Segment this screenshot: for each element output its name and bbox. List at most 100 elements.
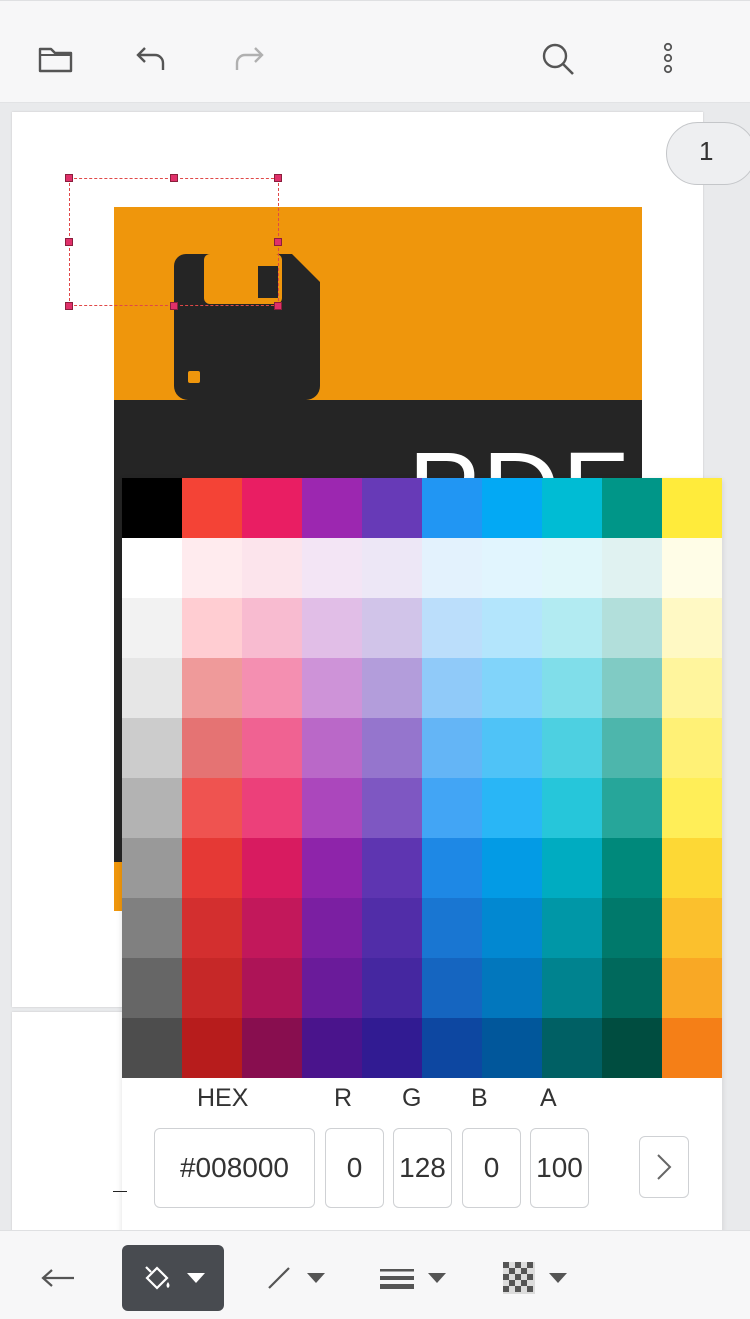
color-swatch[interactable] (422, 898, 482, 958)
color-swatch[interactable] (242, 718, 302, 778)
color-swatch[interactable] (362, 1018, 422, 1078)
color-swatch[interactable] (422, 538, 482, 598)
fill-color-button[interactable] (122, 1245, 224, 1311)
color-swatch[interactable] (482, 898, 542, 958)
color-swatch[interactable] (542, 838, 602, 898)
color-swatch[interactable] (542, 538, 602, 598)
color-swatch[interactable] (362, 478, 422, 538)
selection-box[interactable] (69, 178, 279, 306)
next-button[interactable] (639, 1136, 689, 1198)
color-swatch[interactable] (122, 898, 182, 958)
color-swatch[interactable] (242, 478, 302, 538)
color-swatch[interactable] (242, 958, 302, 1018)
page-number-badge[interactable]: 1 (666, 122, 750, 185)
color-swatch[interactable] (362, 778, 422, 838)
resize-handle-bl[interactable] (65, 302, 73, 310)
color-swatch[interactable] (602, 718, 662, 778)
color-swatch[interactable] (182, 718, 242, 778)
color-swatch[interactable] (182, 1018, 242, 1078)
color-swatch[interactable] (422, 658, 482, 718)
color-swatch[interactable] (542, 958, 602, 1018)
undo-icon[interactable] (130, 39, 170, 79)
color-swatch[interactable] (422, 598, 482, 658)
color-swatch[interactable] (422, 958, 482, 1018)
color-swatch[interactable] (122, 778, 182, 838)
color-swatch[interactable] (482, 838, 542, 898)
color-swatch[interactable] (302, 718, 362, 778)
color-swatch[interactable] (242, 598, 302, 658)
color-swatch[interactable] (542, 1018, 602, 1078)
color-swatch[interactable] (302, 658, 362, 718)
color-swatch[interactable] (602, 598, 662, 658)
color-swatch[interactable] (362, 838, 422, 898)
resize-handle-mr[interactable] (274, 238, 282, 246)
resize-handle-tl[interactable] (65, 174, 73, 182)
color-swatch[interactable] (182, 538, 242, 598)
color-swatch[interactable] (302, 1018, 362, 1078)
color-swatch[interactable] (362, 958, 422, 1018)
color-swatch[interactable] (422, 838, 482, 898)
color-swatch[interactable] (182, 658, 242, 718)
color-swatch[interactable] (662, 718, 722, 778)
color-swatch[interactable] (242, 838, 302, 898)
color-swatch[interactable] (482, 598, 542, 658)
color-swatch[interactable] (362, 898, 422, 958)
color-swatch[interactable] (302, 478, 362, 538)
color-swatch[interactable] (242, 538, 302, 598)
line-tool-button[interactable] (250, 1245, 340, 1311)
color-swatch[interactable] (362, 718, 422, 778)
color-swatch[interactable] (602, 898, 662, 958)
redo-icon[interactable] (230, 39, 270, 79)
resize-handle-tr[interactable] (274, 174, 282, 182)
b-input[interactable]: 0 (462, 1128, 521, 1208)
color-swatch[interactable] (602, 838, 662, 898)
color-swatch[interactable] (122, 598, 182, 658)
color-swatch[interactable] (662, 538, 722, 598)
color-swatch[interactable] (182, 598, 242, 658)
color-swatch[interactable] (182, 898, 242, 958)
color-swatch[interactable] (302, 958, 362, 1018)
color-swatch[interactable] (542, 898, 602, 958)
color-swatch[interactable] (482, 778, 542, 838)
search-icon[interactable] (538, 39, 578, 79)
color-swatch[interactable] (122, 1018, 182, 1078)
opacity-button[interactable] (490, 1245, 580, 1311)
color-swatch[interactable] (122, 658, 182, 718)
color-swatch[interactable] (302, 538, 362, 598)
color-swatch[interactable] (242, 658, 302, 718)
color-swatch[interactable] (542, 478, 602, 538)
color-swatch[interactable] (302, 898, 362, 958)
resize-handle-ml[interactable] (65, 238, 73, 246)
color-swatch[interactable] (182, 958, 242, 1018)
color-swatch[interactable] (482, 718, 542, 778)
color-swatch[interactable] (662, 1018, 722, 1078)
color-swatch[interactable] (422, 778, 482, 838)
color-swatch[interactable] (602, 658, 662, 718)
color-swatch[interactable] (302, 778, 362, 838)
color-swatch[interactable] (542, 778, 602, 838)
color-swatch[interactable] (182, 778, 242, 838)
resize-handle-bm[interactable] (170, 302, 178, 310)
color-swatch[interactable] (122, 478, 182, 538)
color-swatch[interactable] (362, 658, 422, 718)
resize-handle-br[interactable] (274, 302, 282, 310)
color-swatch[interactable] (542, 718, 602, 778)
color-swatch[interactable] (122, 538, 182, 598)
color-swatch[interactable] (542, 598, 602, 658)
color-swatch[interactable] (122, 718, 182, 778)
color-swatch[interactable] (122, 838, 182, 898)
color-swatch[interactable] (662, 478, 722, 538)
color-swatch[interactable] (602, 958, 662, 1018)
color-swatch[interactable] (482, 958, 542, 1018)
more-vertical-icon[interactable] (648, 39, 688, 79)
color-swatch[interactable] (602, 1018, 662, 1078)
color-swatch[interactable] (122, 958, 182, 1018)
hex-input[interactable]: #008000 (154, 1128, 315, 1208)
color-swatch[interactable] (422, 718, 482, 778)
resize-handle-tm[interactable] (170, 174, 178, 182)
color-swatch[interactable] (242, 1018, 302, 1078)
g-input[interactable]: 128 (393, 1128, 452, 1208)
color-swatch[interactable] (662, 958, 722, 1018)
stroke-width-button[interactable] (368, 1245, 458, 1311)
color-swatch[interactable] (662, 838, 722, 898)
